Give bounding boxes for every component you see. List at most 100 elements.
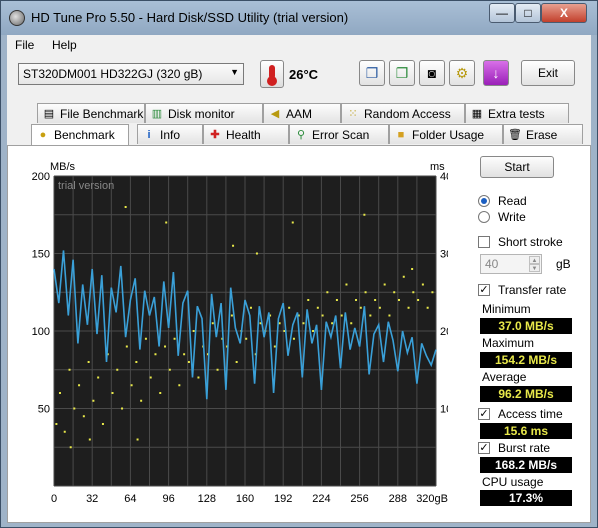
access-time-point — [331, 322, 334, 325]
access-time-point — [316, 306, 319, 309]
access-time-point — [92, 399, 95, 402]
short-stroke-checkbox[interactable] — [478, 236, 490, 248]
minimize-button[interactable]: — — [489, 3, 515, 23]
access-time-point — [69, 446, 72, 449]
drive-select[interactable]: ST320DM001 HD322GJ (320 gB) ▼ — [18, 63, 244, 85]
short-stroke-spinner[interactable]: 40 ▲ ▼ — [480, 254, 542, 274]
tab-disk-monitor[interactable]: ▥ Disk monitor — [145, 103, 263, 123]
menu-file[interactable]: File — [15, 38, 34, 52]
benchmark-sidebar: Start Read Write Short stroke 40 ▲ ▼ gB … — [474, 146, 592, 522]
access-time-point — [164, 345, 167, 348]
x-tick-label: 320gB — [416, 493, 448, 505]
title-bar[interactable]: HD Tune Pro 5.50 - Hard Disk/SSD Utility… — [1, 1, 597, 35]
bulb-icon: ● — [39, 129, 47, 141]
file-icon: ▤ — [43, 107, 55, 120]
access-time-point — [302, 322, 305, 325]
access-time-point — [187, 361, 190, 363]
write-radio[interactable] — [478, 211, 490, 223]
tab-health[interactable]: ✚ Health — [203, 124, 289, 144]
x-tick-label: 256 — [350, 493, 368, 505]
tab-erase[interactable]: 🗑 Erase — [503, 124, 583, 144]
access-time-point — [355, 299, 358, 301]
short-stroke-unit: gB — [556, 257, 571, 271]
access-time-point — [173, 337, 176, 340]
exit-button[interactable]: Exit — [521, 60, 575, 86]
access-time-point — [178, 384, 181, 387]
spin-up-icon[interactable]: ▲ — [529, 256, 540, 264]
access-time-point — [165, 221, 168, 224]
y-left-tick-label: 50 — [38, 404, 50, 416]
tab-folder-usage[interactable]: ■ Folder Usage — [389, 124, 503, 144]
access-time-point — [149, 376, 152, 379]
access-time-point — [393, 291, 396, 294]
watermark-text: trial version — [58, 180, 114, 192]
drive-select-value: ST320DM001 HD322GJ (320 gB) — [23, 67, 203, 81]
menu-help[interactable]: Help — [52, 38, 77, 52]
tab-random-access[interactable]: ⁙ Random Access — [341, 103, 465, 123]
transfer-rate-checkbox[interactable]: ✓ — [478, 284, 490, 296]
access-time-point — [407, 306, 410, 309]
burst-rate-checkbox[interactable]: ✓ — [478, 442, 490, 454]
access-time-point — [402, 275, 405, 278]
download-button[interactable]: ↓ — [483, 60, 509, 86]
access-time-point — [245, 337, 248, 340]
access-time-point — [78, 384, 81, 387]
access-time-point — [55, 423, 58, 425]
tab-label: Folder Usage — [412, 127, 485, 142]
chevron-down-icon: ▼ — [230, 67, 239, 77]
access-time-point — [421, 283, 424, 286]
close-icon: X — [559, 6, 568, 20]
read-radio[interactable] — [478, 195, 490, 207]
options-button[interactable]: ⚙ — [449, 60, 475, 86]
access-time-point — [291, 221, 294, 224]
access-time-checkbox[interactable]: ✓ — [478, 408, 490, 420]
temperature-readout: 26°C — [289, 67, 319, 82]
maximize-icon: □ — [524, 6, 532, 20]
access-time-point — [312, 330, 315, 332]
access-time-point — [411, 268, 414, 270]
access-time-point — [230, 314, 233, 317]
maximum-value: 154.2 MB/s — [480, 352, 572, 368]
access-time-point — [255, 252, 258, 255]
access-time-point — [73, 407, 76, 410]
access-time-point — [111, 392, 114, 394]
close-button[interactable]: X — [541, 3, 587, 23]
gears-icon: ⚙ — [455, 64, 469, 81]
tab-aam[interactable]: ◀ AAM — [263, 103, 341, 123]
access-time-point — [232, 244, 235, 247]
write-label: Write — [498, 210, 526, 224]
y-right-tick-label: 20 — [440, 326, 448, 338]
tab-extra-tests[interactable]: ▦ Extra tests — [465, 103, 569, 123]
speaker-icon: ◀ — [270, 107, 280, 120]
y-left-unit-label: MB/s — [50, 161, 76, 173]
tab-file-benchmark[interactable]: ▤ File Benchmark — [37, 103, 145, 123]
access-time-point — [345, 283, 348, 286]
tab-label: Random Access — [364, 106, 451, 121]
access-time-point — [426, 306, 429, 309]
tab-label: Benchmark — [54, 128, 115, 142]
cpu-usage-label: CPU usage — [482, 475, 544, 489]
x-tick-label: 288 — [389, 493, 407, 505]
maximize-button[interactable]: □ — [515, 3, 541, 23]
access-time-point — [197, 376, 200, 379]
start-button[interactable]: Start — [480, 156, 554, 178]
x-tick-label: 64 — [124, 493, 136, 505]
spin-down-icon[interactable]: ▼ — [529, 264, 540, 272]
access-time-point — [144, 337, 147, 340]
access-time-point — [68, 368, 71, 371]
access-time-point — [431, 291, 434, 294]
scatter-icon: ⁙ — [348, 107, 358, 120]
screenshot-button[interactable]: ◙ — [419, 60, 445, 86]
copy-all-button[interactable]: ❐ — [389, 60, 415, 86]
y-left-tick-label: 100 — [32, 326, 50, 338]
magnifier-icon: ⚲ — [296, 128, 306, 141]
tab-info[interactable]: i Info — [137, 124, 203, 144]
tab-benchmark[interactable]: ● Benchmark — [31, 124, 129, 145]
access-time-point — [374, 299, 377, 301]
burst-rate-label: Burst rate — [498, 441, 551, 455]
copy-button[interactable]: ❐ — [359, 60, 385, 86]
access-time-point — [87, 361, 90, 363]
tab-error-scan[interactable]: ⚲ Error Scan — [289, 124, 389, 144]
x-tick-label: 128 — [198, 493, 216, 505]
app-window: HD Tune Pro 5.50 - Hard Disk/SSD Utility… — [0, 0, 598, 528]
